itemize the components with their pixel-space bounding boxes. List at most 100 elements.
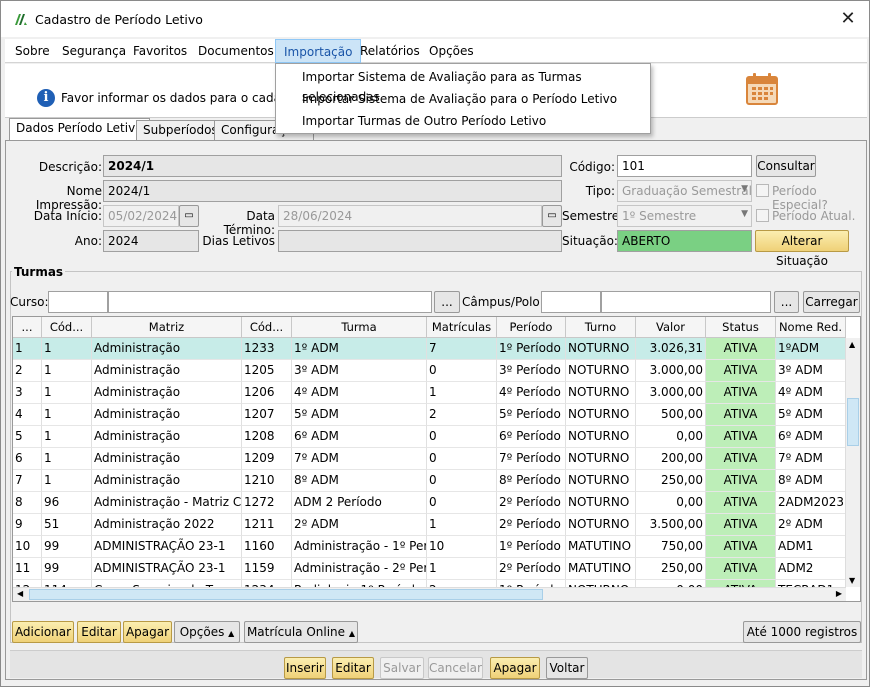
cancelar-button[interactable]: Cancelar [428,657,483,679]
info-icon: i [37,89,55,107]
table-row[interactable]: 3 1 Administração 1206 4º ADM 1 4º Período NOTU… [13,382,846,404]
table-row[interactable]: 10 99 ADMINISTRAÇÃO 23-1 1160 Administração … [13,536,846,558]
menu-documentos[interactable]: Documentos [190,39,282,63]
table-row[interactable]: 5 1 Administração 1208 6º ADM 0 6º Período NOTU… [13,426,846,448]
column-header[interactable]: Valor [636,317,706,338]
curso-label: Curso: [10,295,49,309]
window: Cadastro de Período Letivo ✕ Sobre Segur… [0,0,870,687]
alterar-situacao-button[interactable]: Alterar Situação [755,230,849,268]
table-cell: 0 [427,360,497,382]
curso-code-input[interactable] [48,291,108,313]
menu-importacao[interactable]: Importação [275,39,362,63]
column-header[interactable]: Matriz [92,317,242,338]
table-row[interactable]: 4 1 Administração 1207 5º ADM 2 5º Período NOTU… [13,404,846,426]
menu-item-importar-avaliacao-turmas[interactable]: Importar Sistema de Avaliação para as Tu… [302,67,650,104]
campus-name-input[interactable] [601,291,771,313]
table-row[interactable]: 2 1 Administração 1205 3º ADM 0 3º Período NOTU… [13,360,846,382]
horizontal-scroll-thumb[interactable] [29,589,543,600]
column-header[interactable]: Cód... [242,317,292,338]
column-header[interactable]: Período [497,317,566,338]
opcoes-dropdown[interactable]: Opções ▲ [174,621,240,643]
table-cell: 1ºADM [776,338,846,360]
tab-dados-periodo[interactable]: Dados Período Letivo [9,118,150,140]
voltar-button[interactable]: Voltar [546,657,588,679]
editar-button[interactable]: Editar [332,657,374,679]
scroll-down-icon[interactable]: ▼ [849,576,855,585]
salvar-button[interactable]: Salvar [380,657,424,679]
table-cell: 1210 [242,470,292,492]
table-cell: ATIVA [706,404,776,426]
menu-seguranca[interactable]: Segurança [54,39,134,63]
scroll-left-icon[interactable]: ◀ [17,589,23,598]
inserir-button[interactable]: Inserir [284,657,326,679]
window-title: Cadastro de Período Letivo [35,12,203,27]
nome-impressao-field[interactable]: 2024/1 [103,180,562,202]
table-cell: 8º Período [497,470,566,492]
table-cell: 4 [13,404,42,426]
menu-item-importar-turmas[interactable]: Importar Turmas de Outro Período Letivo [302,111,546,131]
table-cell: 2ADM20231 [776,492,846,514]
registros-select[interactable]: Até 1000 registros ▼ [743,621,861,658]
table-cell: 0 [427,426,497,448]
data-inicio-field[interactable]: 05/02/2024 [103,205,179,227]
column-header[interactable]: Status [706,317,776,338]
table-row[interactable]: 6 1 Administração 1209 7º ADM 0 7º Período NOTU… [13,448,846,470]
menu-sobre[interactable]: Sobre [7,39,58,63]
periodo-atual-checkbox[interactable] [756,209,769,222]
tipo-select[interactable]: Graduação Semestral ▼ [617,180,752,202]
curso-lookup-button[interactable]: ... [434,291,460,313]
table-row[interactable]: 1 1 Administração 1233 1º ADM 7 1º Período NOTU… [13,338,846,360]
menu-favoritos[interactable]: Favoritos [125,39,195,63]
vertical-scroll-thumb[interactable] [847,398,859,446]
table-row[interactable]: 11 99 ADMINISTRAÇÃO 23-1 1159 Administração … [13,558,846,580]
table-cell: ATIVA [706,536,776,558]
campus-code-input[interactable] [541,291,601,313]
carregar-button[interactable]: Carregar [803,291,860,313]
table-cell: 1159 [242,558,292,580]
column-header[interactable]: Turno [566,317,636,338]
table-row[interactable]: 7 1 Administração 1210 8º ADM 0 8º Período NOTU… [13,470,846,492]
table-cell: 1 [42,426,92,448]
periodo-especial-checkbox[interactable] [756,184,769,197]
scroll-right-icon[interactable]: ▶ [836,589,842,598]
editar-grid-button[interactable]: Editar [77,621,121,643]
horizontal-scrollbar[interactable]: ◀ ▶ [13,587,846,601]
table-cell: 10 [427,536,497,558]
dias-letivos-field[interactable] [278,230,562,252]
menu-opcoes[interactable]: Opções [421,39,482,63]
table-cell: 3 [13,382,42,404]
column-header[interactable]: Turma [292,317,427,338]
campus-lookup-button[interactable]: ... [774,291,799,313]
matricula-online-dropdown[interactable]: Matrícula Online ▲ [244,621,358,643]
column-header[interactable]: Nome Red. [776,317,846,338]
apagar-button[interactable]: Apagar [490,657,540,679]
codigo-label: Código: [569,160,615,174]
table-cell: 750,00 [636,536,706,558]
calendar-termino-icon[interactable]: ▭ [542,205,562,227]
calendar-inicio-icon[interactable]: ▭ [179,205,199,227]
apagar-grid-button[interactable]: Apagar [123,621,172,643]
column-header[interactable]: ... [13,317,42,338]
menu-relatorios[interactable]: Relatórios [352,39,428,63]
vertical-scrollbar[interactable]: ▲ ▼ [845,338,860,587]
semestre-select[interactable]: 1º Semestre ▼ [617,205,752,227]
tab-subperiodos[interactable]: Subperíodos [136,120,225,140]
close-icon[interactable]: ✕ [835,7,861,31]
curso-name-input[interactable] [108,291,432,313]
adicionar-button[interactable]: Adicionar [12,621,74,643]
column-header[interactable]: Cód... [42,317,92,338]
codigo-field[interactable]: 101 [617,155,752,177]
data-termino-field[interactable]: 28/06/2024 [278,205,542,227]
table-cell: 1272 [242,492,292,514]
menu-item-importar-avaliacao-periodo[interactable]: Importar Sistema de Avaliação para o Per… [302,89,617,109]
scroll-up-icon[interactable]: ▲ [849,340,855,349]
table-cell: Administração - 1º Perí... [292,536,427,558]
info-message: Favor informar os dados para o cadastro. [61,91,308,105]
table-cell: NOTURNO [566,514,636,536]
descricao-field[interactable]: 2024/1 [103,155,562,177]
table-row[interactable]: 9 51 Administração 2022 1211 2º ADM 1 2º Perío… [13,514,846,536]
column-header[interactable]: Matrículas [427,317,497,338]
ano-field[interactable]: 2024 [103,230,199,252]
table-row[interactable]: 8 96 Administração - Matriz C... 1272 ADM 2 … [13,492,846,514]
consultar-button[interactable]: Consultar [756,155,816,177]
